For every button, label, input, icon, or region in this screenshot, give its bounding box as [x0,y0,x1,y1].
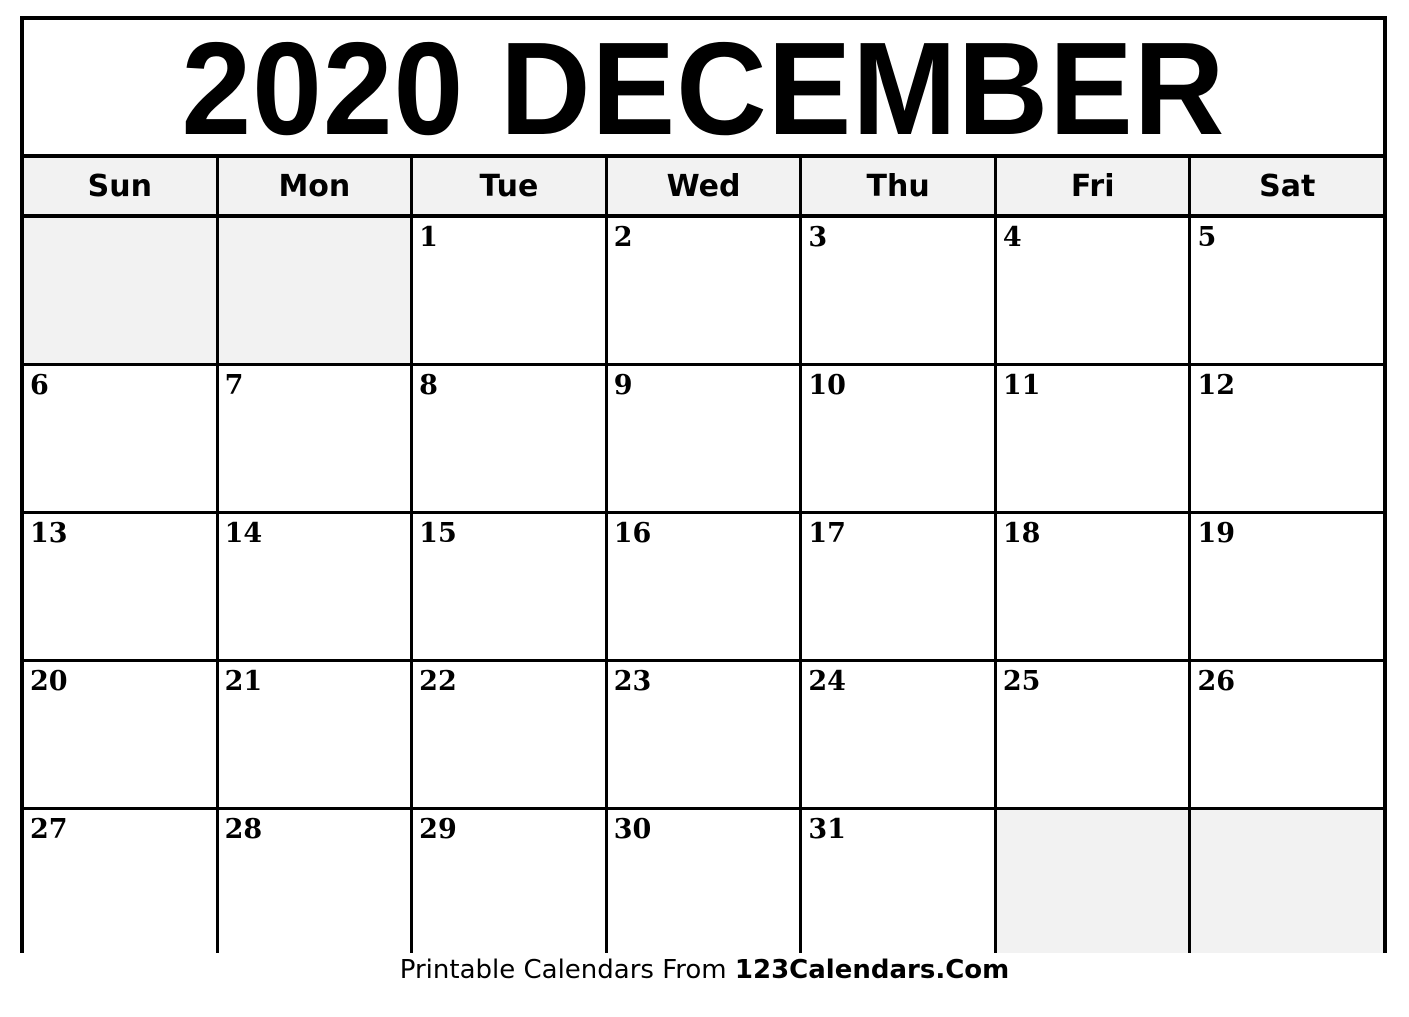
empty-day-cell [1191,810,1384,953]
empty-day-cell [218,218,414,363]
weekday-header: Tue [413,158,608,214]
day-number: 19 [1197,518,1236,549]
day-number: 25 [1002,666,1041,697]
day-number: 11 [1002,370,1041,401]
day-number: 18 [1002,518,1041,549]
day-cell: 19 [1191,514,1384,659]
day-number: 15 [419,518,457,549]
day-number: 1 [419,222,438,253]
day-cell: 21 [218,662,414,807]
day-number: 29 [419,814,457,845]
day-cell: 15 [413,514,608,659]
day-cell: 23 [607,662,803,807]
day-cell: 20 [24,662,219,807]
day-cell: 1 [413,218,608,363]
day-cell: 14 [218,514,414,659]
day-number: 8 [419,370,438,401]
empty-day-cell [996,810,1192,953]
day-number: 24 [808,666,846,697]
day-number: 6 [30,370,49,401]
day-cell: 24 [802,662,997,807]
day-cell: 17 [802,514,997,659]
day-cell: 16 [607,514,803,659]
day-number: 22 [419,666,457,697]
day-number: 14 [224,518,263,549]
day-cell: 5 [1191,218,1384,363]
day-cell: 12 [1191,366,1384,511]
day-cell: 28 [218,810,414,953]
day-cell: 4 [996,218,1192,363]
week-row: 6 7 8 9 10 11 12 [24,366,1384,514]
day-cell: 22 [413,662,608,807]
calendar-grid: 1 2 3 4 5 6 7 8 9 10 11 12 13 14 15 16 17 18 19 20 21 22 23 24 2… [24,218,1384,953]
weekday-header: Thu [802,158,997,214]
day-cell: 10 [802,366,997,511]
week-row: 27 28 29 30 31 [24,810,1384,953]
day-cell: 26 [1191,662,1384,807]
day-cell: 31 [802,810,997,953]
day-cell: 25 [996,662,1192,807]
footer-brand: 123Calendars.Com [734,955,1010,985]
weekday-header: Sat [1259,168,1316,204]
day-number: 26 [1197,666,1236,697]
day-cell: 18 [996,514,1192,659]
day-number: 7 [224,370,244,401]
day-number: 9 [613,370,633,401]
weekday-header: Sun [24,158,219,214]
day-number: 17 [808,518,846,549]
day-number: 30 [613,814,652,845]
calendar: 2020 DECEMBER Sun Mon Tue Wed Thu Fri Sa… [20,16,1387,953]
day-number: 10 [808,370,846,401]
day-cell: 29 [413,810,608,953]
weekday-header-row: Sun Mon Tue Wed Thu Fri Sat [24,158,1383,218]
day-number: 5 [1197,222,1217,253]
day-cell: 2 [607,218,803,363]
day-number: 3 [808,222,828,253]
week-row: 20 21 22 23 24 25 26 [24,662,1384,810]
day-cell: 8 [413,366,608,511]
day-cell: 3 [802,218,997,363]
weekday-header: Fri [997,158,1192,214]
day-cell: 27 [24,810,219,953]
day-cell: 7 [218,366,414,511]
day-cell: 30 [607,810,803,953]
day-number: 12 [1197,370,1236,401]
day-number: 4 [1002,222,1022,253]
day-number: 27 [30,814,68,845]
day-cell: 13 [24,514,219,659]
day-number: 21 [224,666,263,697]
calendar-title-text: 2020 DECEMBER [181,15,1226,162]
day-number: 31 [808,814,846,845]
day-number: 20 [30,666,68,697]
empty-day-cell [24,218,219,363]
day-number: 2 [613,222,633,253]
weekday-header: Wed [608,158,803,214]
weekday-header: Mon [219,158,414,214]
day-number: 23 [613,666,652,697]
day-number: 16 [613,518,652,549]
week-row: 13 14 15 16 17 18 19 [24,514,1384,662]
day-number: 28 [224,814,263,845]
day-cell: 9 [607,366,803,511]
day-cell: 11 [996,366,1192,511]
day-cell: 6 [24,366,219,511]
week-row: 1 2 3 4 5 [24,218,1384,366]
footer-prefix: Printable Calendars From [399,955,735,985]
calendar-title: 2020 DECEMBER [24,20,1383,158]
footer-credit: Printable Calendars From 123Calendars.Co… [0,955,1409,985]
day-number: 13 [30,518,68,549]
